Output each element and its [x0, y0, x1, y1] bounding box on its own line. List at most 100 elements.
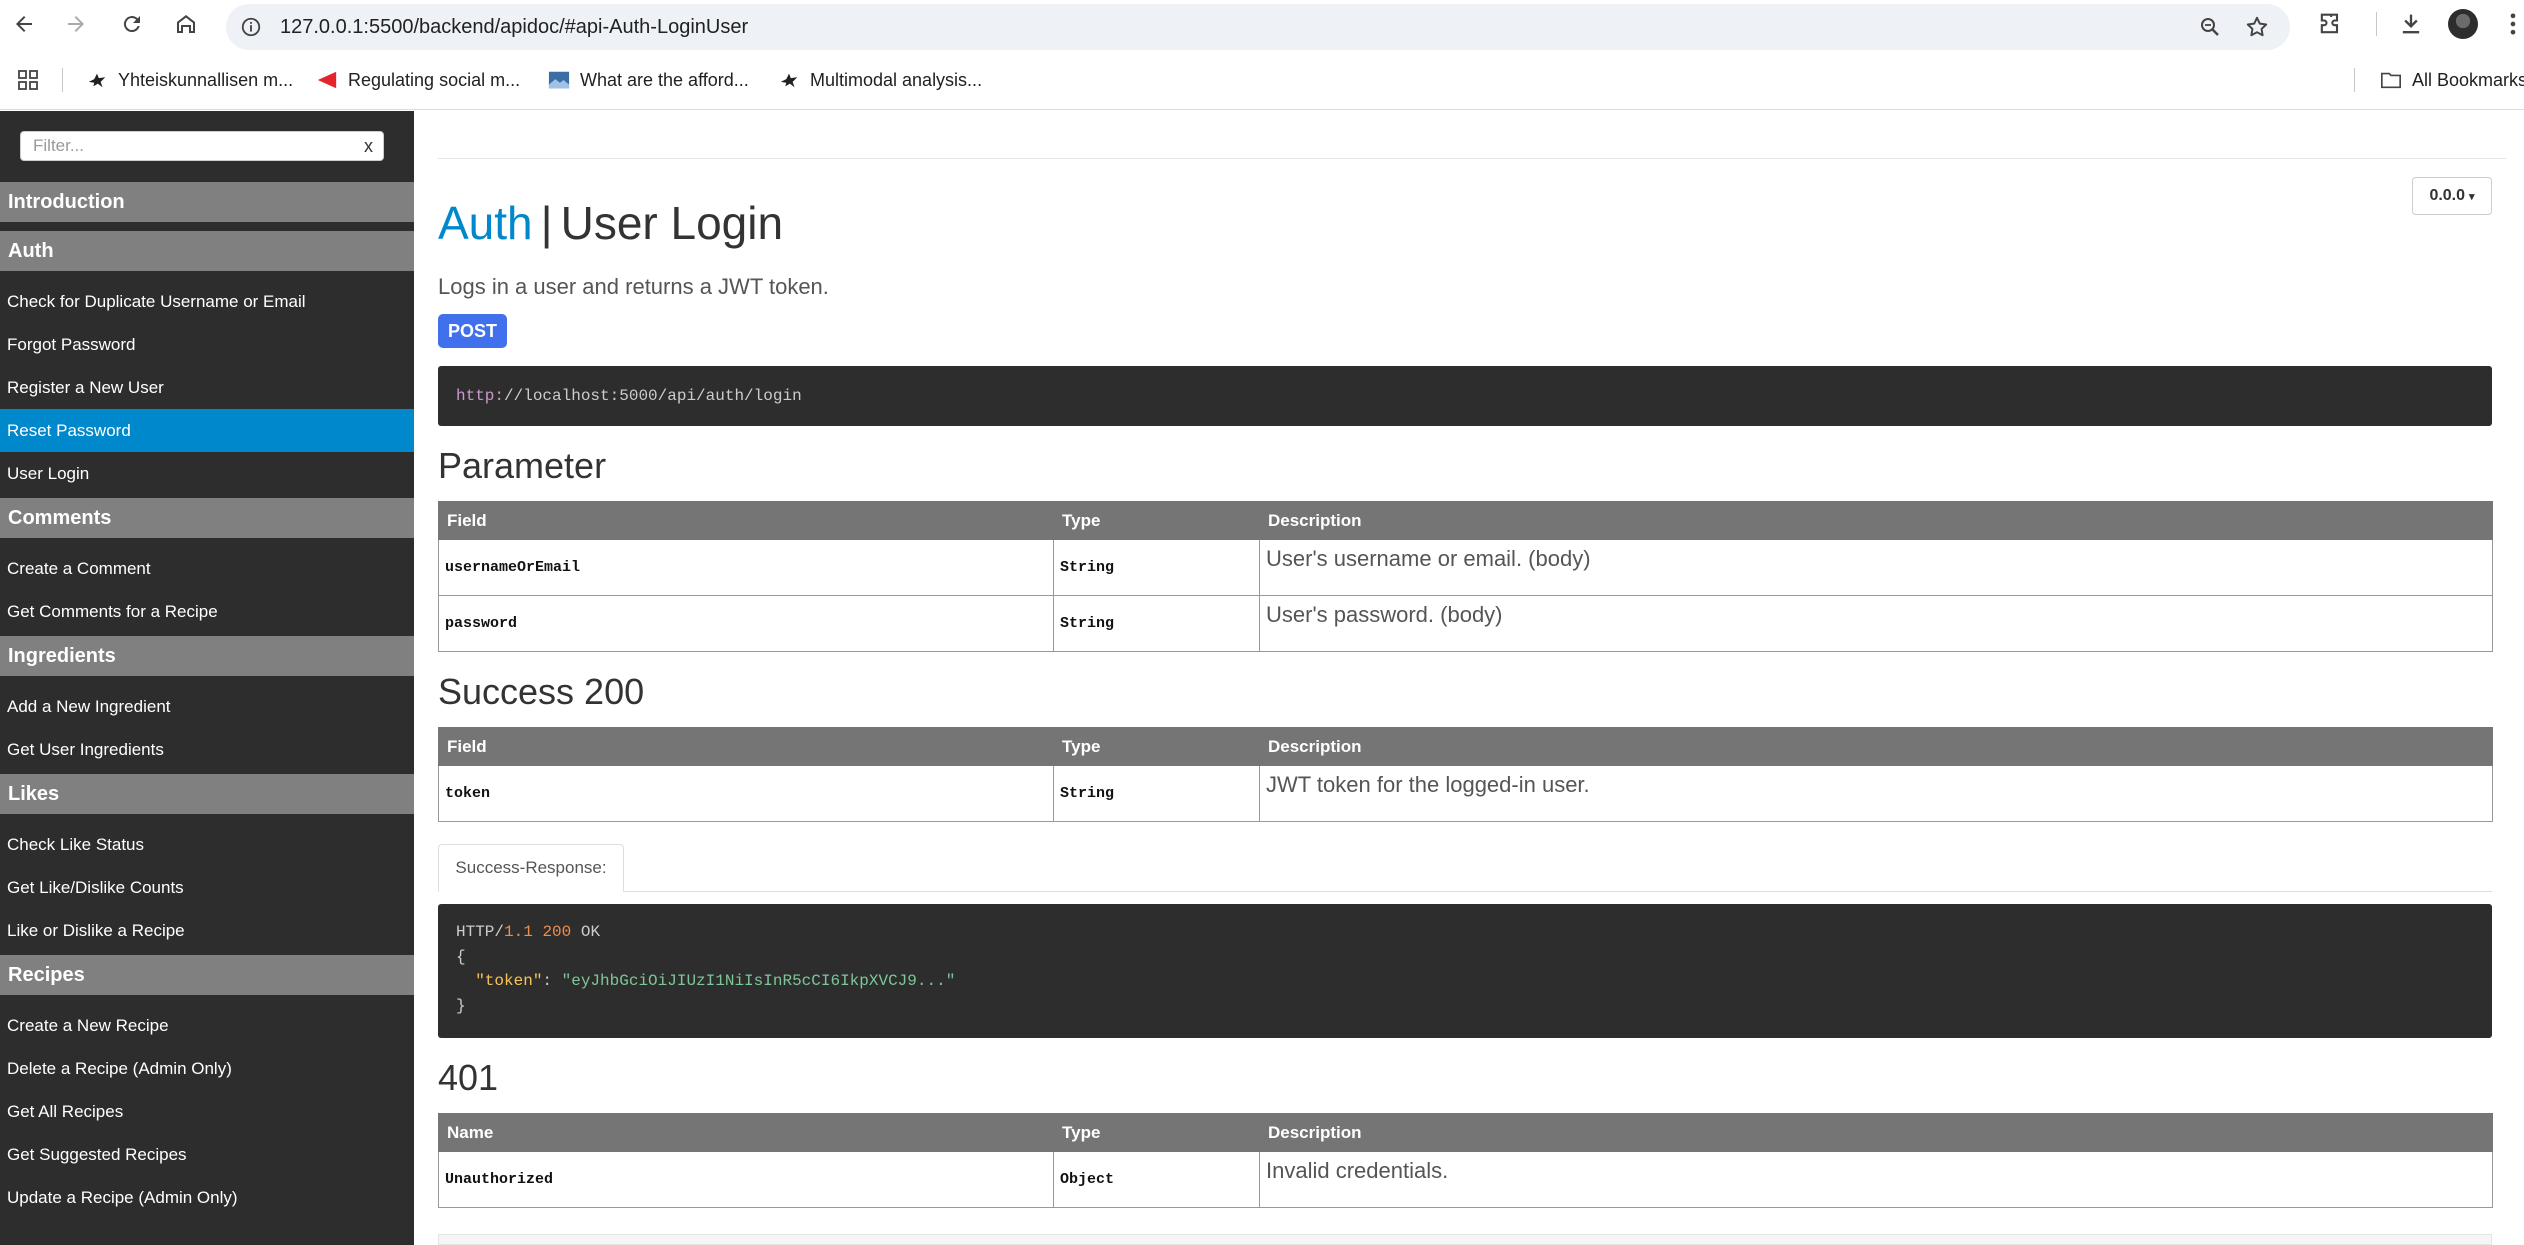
- browser-menu-icon[interactable]: [2506, 10, 2520, 38]
- bookmark-item[interactable]: What are the afford...: [548, 66, 749, 94]
- sidebar-item[interactable]: Create a New Recipe: [0, 1004, 414, 1047]
- sidebar-item[interactable]: Create a Comment: [0, 547, 414, 590]
- sidebar-item[interactable]: Check Like Status: [0, 823, 414, 866]
- field-name: usernameOrEmail: [438, 539, 1054, 596]
- bookmark-label: What are the afford...: [580, 69, 749, 90]
- bookmark-star-icon[interactable]: [2244, 14, 2270, 40]
- field-name: token: [438, 765, 1054, 822]
- code-token: {: [456, 947, 466, 966]
- back-button[interactable]: [8, 8, 40, 40]
- apps-grid-icon[interactable]: [16, 68, 40, 92]
- filter-clear-button[interactable]: x: [364, 136, 373, 157]
- bird-favicon-icon: [88, 73, 106, 88]
- address-bar[interactable]: 127.0.0.1:5500/backend/apidoc/#api-Auth-…: [226, 4, 2290, 50]
- blue-image-favicon-icon: [548, 71, 570, 89]
- field-name: password: [438, 595, 1054, 652]
- code-token: HTTP/: [456, 923, 505, 941]
- field-type: String: [1053, 765, 1260, 822]
- bookmark-item[interactable]: Yhteiskunnallisen m...: [86, 66, 293, 94]
- column-header: Description: [1259, 501, 2493, 540]
- field-description: Invalid credentials.: [1259, 1151, 2493, 1208]
- sidebar-group-header[interactable]: Likes: [0, 774, 414, 814]
- red-triangle-favicon-icon: [317, 71, 337, 89]
- sidebar-item[interactable]: Get Comments for a Recipe: [0, 590, 414, 633]
- field-description: User's username or email. (body): [1259, 539, 2493, 596]
- sidebar-group-header[interactable]: Recipes: [0, 955, 414, 995]
- field-type: String: [1053, 539, 1260, 596]
- version-dropdown[interactable]: 0.0.0 ▾: [2412, 177, 2492, 215]
- sidebar-group-header[interactable]: Auth: [0, 231, 414, 271]
- endpoint-path: //localhost:5000/api/auth/login: [504, 387, 802, 405]
- column-header: Name: [438, 1113, 1054, 1152]
- sidebar-item[interactable]: Register a New User: [0, 366, 414, 409]
- zoom-icon[interactable]: [2198, 15, 2222, 39]
- sidebar-item[interactable]: Get All Recipes: [0, 1090, 414, 1133]
- bookmark-label: Regulating social m...: [348, 69, 521, 90]
- back-arrow-icon: [16, 16, 32, 32]
- divider: [438, 158, 2506, 159]
- sidebar-item[interactable]: Get Like/Dislike Counts: [0, 866, 414, 909]
- home-button[interactable]: [170, 8, 202, 40]
- forward-arrow-icon: [68, 16, 84, 32]
- bookmark-item[interactable]: Regulating social m...: [316, 66, 520, 94]
- table-row: token String JWT token for the logged-in…: [438, 765, 2493, 822]
- forward-button[interactable]: [60, 8, 92, 40]
- sidebar-item[interactable]: Get Suggested Recipes: [0, 1133, 414, 1176]
- column-header: Description: [1259, 727, 2493, 766]
- column-header: Type: [1053, 727, 1260, 766]
- field-type: String: [1053, 595, 1260, 652]
- column-header: Type: [1053, 501, 1260, 540]
- sidebar-item[interactable]: Like or Dislike a Recipe: [0, 909, 414, 952]
- error-table: Name Type Description Unauthorized Objec…: [438, 1113, 2493, 1208]
- reload-button[interactable]: [116, 8, 148, 40]
- parameter-heading: Parameter: [438, 445, 607, 486]
- column-header: Description: [1259, 1113, 2493, 1152]
- downloads-icon[interactable]: [2397, 10, 2425, 38]
- sidebar-group-header[interactable]: Ingredients: [0, 636, 414, 676]
- reload-icon: [123, 16, 140, 33]
- sidebar-item[interactable]: Get User Ingredients: [0, 728, 414, 771]
- url-text: 127.0.0.1:5500/backend/apidoc/#api-Auth-…: [280, 16, 749, 38]
- sidebar-item[interactable]: User Login: [0, 452, 414, 495]
- site-info-icon[interactable]: [240, 16, 262, 38]
- endpoint-protocol: http:: [456, 387, 505, 405]
- method-badge: POST: [438, 314, 508, 348]
- code-token: 200: [542, 923, 572, 941]
- sidebar-item[interactable]: Delete a Recipe (Admin Only): [0, 1047, 414, 1090]
- field-description: User's password. (body): [1259, 595, 2493, 652]
- sidebar-group-header[interactable]: Comments: [0, 498, 414, 538]
- column-header: Field: [438, 727, 1054, 766]
- folder-icon: [2381, 72, 2401, 89]
- endpoint-description: Logs in a user and returns a JWT token.: [438, 274, 829, 299]
- filter-input[interactable]: [21, 132, 341, 160]
- main-content: 0.0.0 ▾ Auth | User Login Logs in a user a…: [414, 111, 2524, 1245]
- sidebar-item[interactable]: Check for Duplicate Username or Email: [0, 280, 414, 323]
- endpoint-url: http://localhost:5000/api/auth/login: [438, 366, 2492, 426]
- sidebar-group-header[interactable]: Introduction: [0, 182, 414, 222]
- code-token: :: [542, 972, 562, 990]
- extensions-icon[interactable]: [2316, 10, 2344, 38]
- success-table: Field Type Description token String JWT …: [438, 727, 2493, 822]
- code-token: 1.1: [504, 923, 533, 941]
- tab-success-response[interactable]: Success-Response:: [438, 844, 624, 892]
- code-token: OK: [580, 923, 601, 941]
- version-label: 0.0.0: [2429, 187, 2466, 204]
- title-name: User Login: [560, 197, 784, 249]
- sidebar-item[interactable]: Update a Recipe (Admin Only): [0, 1176, 414, 1219]
- bookmarks-divider: [2354, 68, 2355, 92]
- sidebar-item[interactable]: Forgot Password: [0, 323, 414, 366]
- filter-field: x: [20, 131, 384, 161]
- bookmark-item[interactable]: Multimodal analysis...: [778, 66, 982, 94]
- sidebar: x Introduction Auth Check for Duplicate Us…: [0, 111, 414, 1245]
- toolbar-divider: [2376, 12, 2377, 36]
- caret-down-icon: ▾: [2469, 190, 2475, 203]
- sidebar-item[interactable]: Add a New Ingredient: [0, 685, 414, 728]
- sidebar-nav: Introduction Auth Check for Duplicate User…: [0, 182, 414, 1222]
- home-icon: [177, 15, 195, 33]
- sidebar-item[interactable]: Reset Password: [0, 409, 414, 452]
- profile-avatar[interactable]: [2448, 9, 2478, 39]
- page-title: Auth | User Login: [438, 196, 783, 250]
- bookmark-label: Yhteiskunnallisen m...: [118, 69, 294, 90]
- all-bookmarks-button[interactable]: All Bookmarks: [2380, 66, 2524, 94]
- code-token: "token": [475, 972, 543, 990]
